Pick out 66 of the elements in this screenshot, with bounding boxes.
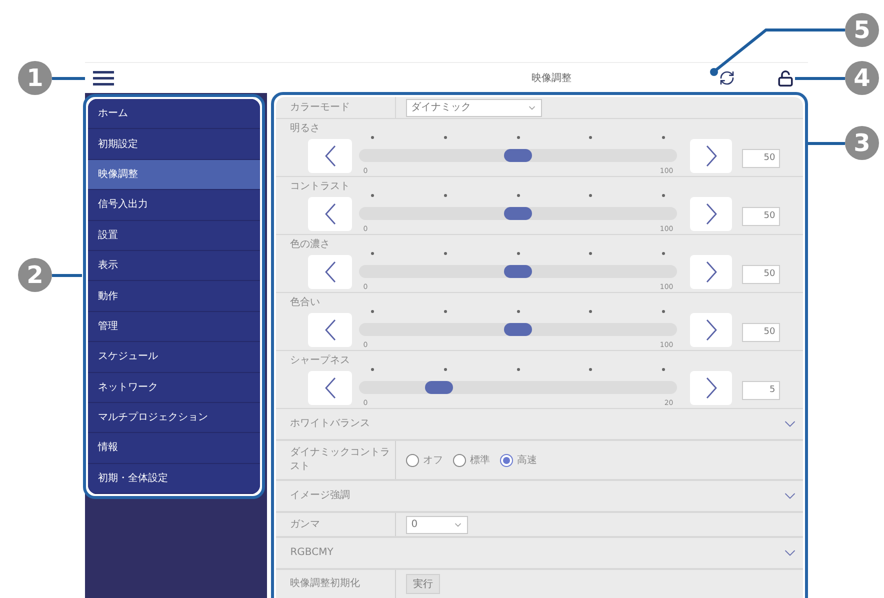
callout-number: 3 — [845, 126, 879, 160]
callout-number: 1 — [18, 61, 52, 95]
dropdown[interactable]: 0 — [406, 516, 468, 534]
chevron-right-icon — [706, 203, 717, 225]
setting-label: 映像調整初期化 — [290, 577, 360, 591]
sidebar-item[interactable]: 管理 — [88, 312, 260, 342]
decrease-button[interactable] — [308, 197, 352, 231]
slider-thumb[interactable] — [504, 265, 532, 278]
callout-number: 4 — [845, 61, 879, 95]
radio-button[interactable] — [406, 454, 420, 466]
value-field[interactable]: 50 — [742, 264, 780, 284]
increase-button[interactable] — [690, 139, 732, 173]
dropdown[interactable]: ダイナミック — [406, 98, 542, 116]
setting-label: RGBCMY — [290, 546, 334, 560]
setting-label: 色の濃さ — [290, 238, 330, 252]
chevron-right-icon — [706, 261, 717, 283]
radio-label: 標準 — [470, 454, 490, 468]
setting-label: シャープネス — [290, 354, 350, 368]
sidebar-item[interactable]: 設置 — [88, 220, 260, 251]
unlock-icon[interactable] — [777, 70, 794, 86]
chevron-left-icon — [324, 145, 336, 167]
slider-thumb[interactable] — [424, 381, 453, 394]
chevron-right-icon — [706, 319, 717, 341]
increase-button[interactable] — [690, 197, 732, 231]
callout-number: 5 — [845, 13, 879, 47]
leader-line — [52, 77, 85, 80]
menu-icon[interactable] — [93, 70, 114, 86]
slider-thumb[interactable] — [504, 207, 532, 220]
chevron-left-icon — [324, 261, 336, 283]
setting-label: ホワイトバランス — [290, 417, 370, 431]
value-field[interactable]: 50 — [742, 322, 780, 342]
chevron-right-icon — [706, 145, 717, 167]
page-title: 映像調整 — [532, 72, 572, 86]
value-field[interactable]: 5 — [742, 380, 780, 400]
decrease-button[interactable] — [308, 371, 352, 405]
chevron-left-icon — [324, 377, 336, 399]
setting-label: カラーモード — [290, 101, 350, 115]
setting-label: コントラスト — [290, 180, 350, 194]
radio-label: 高速 — [517, 454, 538, 468]
callout-number: 2 — [18, 258, 52, 292]
decrease-button[interactable] — [308, 255, 352, 289]
value-field[interactable]: 50 — [742, 206, 780, 226]
setting-label: イメージ強調 — [290, 489, 350, 503]
chevron-right-icon — [706, 377, 717, 399]
slider-thumb[interactable] — [504, 323, 532, 336]
setting-label: ダイナミックコントラスト — [290, 446, 392, 474]
setting-label: 色合い — [290, 296, 320, 310]
value-field[interactable]: 50 — [742, 148, 780, 168]
sidebar-item[interactable]: 映像調整 — [88, 160, 260, 190]
radio-label: オフ — [423, 454, 444, 468]
sidebar-item[interactable]: 初期・全体設定 — [88, 464, 260, 494]
increase-button[interactable] — [690, 313, 732, 347]
radio-button[interactable] — [453, 454, 466, 466]
sidebar-item[interactable]: ホーム — [88, 99, 260, 130]
chevron-left-icon — [324, 319, 336, 341]
radio-button[interactable] — [500, 454, 514, 466]
refresh-icon[interactable] — [719, 70, 735, 86]
setting-label: ガンマ — [290, 518, 320, 532]
decrease-button[interactable] — [308, 313, 352, 347]
sidebar-item[interactable]: ネットワーク — [88, 372, 260, 403]
chevron-left-icon — [324, 203, 336, 225]
increase-button[interactable] — [690, 371, 732, 405]
setting-label: 明るさ — [290, 122, 320, 136]
increase-button[interactable] — [690, 255, 732, 289]
slider-thumb[interactable] — [504, 149, 532, 162]
decrease-button[interactable] — [308, 139, 352, 173]
